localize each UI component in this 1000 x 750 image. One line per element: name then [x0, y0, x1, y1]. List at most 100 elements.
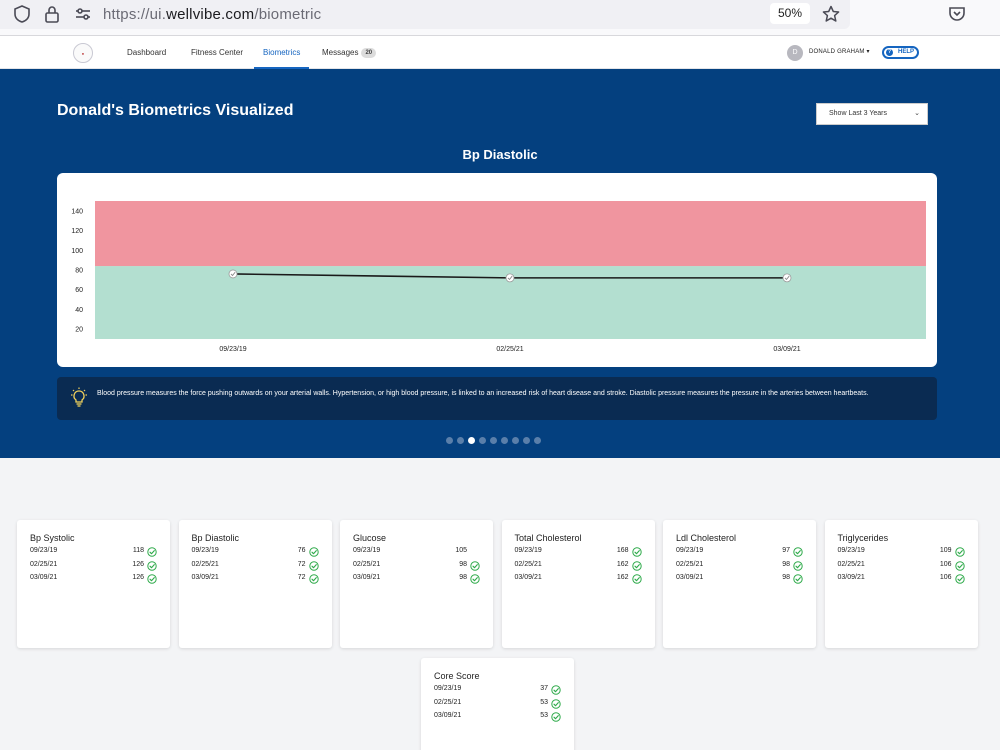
reading-date: 02/25/21 — [353, 560, 381, 568]
lightbulb-icon — [71, 387, 87, 407]
nav-messages-label: Messages — [322, 48, 359, 57]
card-row: 03/09/21 98 — [353, 574, 480, 585]
card-title: Ldl Cholesterol — [676, 533, 737, 543]
biometric-card[interactable]: Ldl Cholesterol 09/23/19 97 02/25/21 98 03/09… — [663, 520, 816, 648]
y-tick-label: 80 — [75, 268, 83, 275]
carousel-dot-8[interactable] — [523, 437, 530, 444]
carousel-dot-2[interactable] — [457, 437, 464, 444]
question-icon: ? — [886, 49, 893, 56]
carousel-dot-3[interactable] — [468, 437, 475, 444]
check-circle-icon — [470, 574, 480, 584]
check-circle-icon — [631, 574, 642, 584]
biometric-card[interactable]: Triglycerides 09/23/19 109 02/25/21 106 03/09… — [824, 520, 978, 648]
biometric-card[interactable]: Bp Diastolic 09/23/19 76 02/25/21 72 03/09/21… — [178, 520, 332, 648]
card-row: 02/25/21 98 — [353, 561, 480, 572]
zoom-level-badge[interactable]: 50% — [770, 3, 810, 24]
x-tick-label: 03/09/21 — [773, 346, 800, 353]
reading-date: 09/23/19 — [191, 547, 219, 554]
check-circle-icon — [631, 560, 642, 571]
data-point[interactable] — [505, 273, 515, 283]
carousel-dot-4[interactable] — [479, 437, 486, 444]
reading-value: 105 — [455, 547, 467, 554]
card-row: 02/25/21 162 — [515, 561, 642, 572]
reading-value: 37 — [540, 685, 548, 692]
reading-value: 126 — [132, 560, 144, 568]
address-bar[interactable]: https://ui.wellvibe.com/biometric 50% — [0, 0, 850, 29]
time-range-value: Show Last 3 Years — [829, 110, 887, 117]
card-row: 09/23/19 105 — [353, 547, 480, 558]
carousel-dot-9[interactable] — [534, 437, 541, 444]
card-row: 03/09/21 106 — [838, 574, 965, 585]
url-domain: wellvibe.com — [166, 6, 255, 23]
time-range-select[interactable]: Show Last 3 Years ⌄ — [816, 103, 928, 125]
nav-fitness-center[interactable]: Fitness Center — [191, 36, 243, 69]
nav-dashboard[interactable]: Dashboard — [127, 36, 166, 69]
data-point[interactable] — [228, 269, 238, 279]
permissions-icon[interactable] — [73, 4, 93, 24]
check-circle-icon — [308, 574, 319, 584]
reading-value: 109 — [939, 547, 952, 554]
nav-biometrics[interactable]: Biometrics — [254, 36, 310, 69]
reading-value: 168 — [616, 547, 629, 554]
shield-icon[interactable] — [12, 4, 32, 24]
chevron-down-icon: ▾ — [864, 49, 870, 55]
url-path: /biometric — [254, 6, 322, 23]
carousel-dot-1[interactable] — [446, 437, 453, 444]
card-row: 02/25/21 98 — [676, 561, 803, 572]
y-tick-label: 140 — [71, 208, 83, 215]
check-circle-icon — [793, 574, 803, 584]
reading-value: 98 — [782, 560, 790, 568]
reading-date: 03/09/21 — [837, 574, 865, 581]
reading-value: 98 — [782, 574, 790, 581]
reading-date: 09/23/19 — [514, 547, 542, 554]
carousel-dots — [446, 437, 541, 444]
chart-title: Bp Diastolic — [462, 147, 538, 162]
biometric-card[interactable]: Total Cholesterol 09/23/19 168 02/25/21 162 0… — [501, 520, 655, 648]
carousel-dot-5[interactable] — [490, 437, 497, 444]
carousel-dot-6[interactable] — [501, 437, 508, 444]
biometric-card[interactable]: Core Score 09/23/19 37 02/25/21 53 03/09/21 53 — [421, 658, 574, 750]
chart-band-1 — [95, 201, 926, 267]
avatar[interactable]: D — [787, 45, 803, 61]
reading-value: 53 — [540, 712, 548, 719]
reading-date: 02/25/21 — [434, 698, 462, 706]
reading-value: 106 — [939, 574, 952, 581]
check-circle-icon — [793, 560, 803, 571]
app-nav-bar: ● Dashboard Fitness Center Biometrics Me… — [0, 36, 1000, 69]
pocket-icon[interactable] — [947, 4, 967, 24]
nav-messages[interactable]: Messages 20 — [322, 36, 377, 69]
card-row: 03/09/21 126 — [30, 574, 157, 585]
x-tick-label: 02/25/21 — [496, 346, 523, 353]
card-row: 09/23/19 37 — [434, 685, 561, 696]
data-point[interactable] — [782, 273, 792, 283]
reading-value: 53 — [540, 698, 548, 706]
reading-value: 162 — [616, 574, 629, 581]
reading-date: 09/23/19 — [837, 547, 865, 554]
reading-date: 09/23/19 — [353, 547, 381, 554]
check-circle-icon — [308, 547, 319, 557]
card-row: 02/25/21 72 — [192, 561, 319, 572]
check-circle-icon — [793, 547, 803, 557]
tip-text: Blood pressure measures the force pushin… — [97, 390, 869, 397]
card-row: 03/09/21 98 — [676, 574, 803, 585]
biometric-card[interactable]: Glucose 09/23/19 105 02/25/21 98 03/09/21 98 — [340, 520, 493, 648]
reading-value: 106 — [939, 560, 952, 568]
lock-icon[interactable] — [42, 4, 62, 24]
check-circle-icon — [551, 712, 561, 722]
card-title: Triglycerides — [837, 533, 889, 543]
biometric-card[interactable]: Bp Systolic 09/23/19 118 02/25/21 126 03/09/2… — [17, 520, 170, 648]
card-title: Bp Systolic — [30, 533, 75, 543]
card-title: Core Score — [434, 671, 480, 681]
help-button[interactable]: ? HELP — [882, 46, 919, 59]
browser-toolbar: https://ui.wellvibe.com/biometric 50% — [0, 0, 1000, 36]
company-logo[interactable]: ● — [73, 43, 93, 63]
bookmark-star-icon[interactable] — [821, 4, 841, 24]
reading-date: 09/23/19 — [676, 547, 704, 554]
card-title: Total Cholesterol — [514, 533, 582, 543]
url-text[interactable]: https://ui.wellvibe.com/biometric — [103, 6, 321, 23]
y-tick-label: 60 — [75, 287, 83, 294]
carousel-dot-7[interactable] — [512, 437, 519, 444]
biometrics-hero: Donald's Biometrics Visualized Show Last… — [0, 69, 1000, 458]
reading-value: 76 — [297, 547, 306, 554]
user-menu[interactable]: DONALD GRAHAM ▾ — [809, 48, 870, 55]
